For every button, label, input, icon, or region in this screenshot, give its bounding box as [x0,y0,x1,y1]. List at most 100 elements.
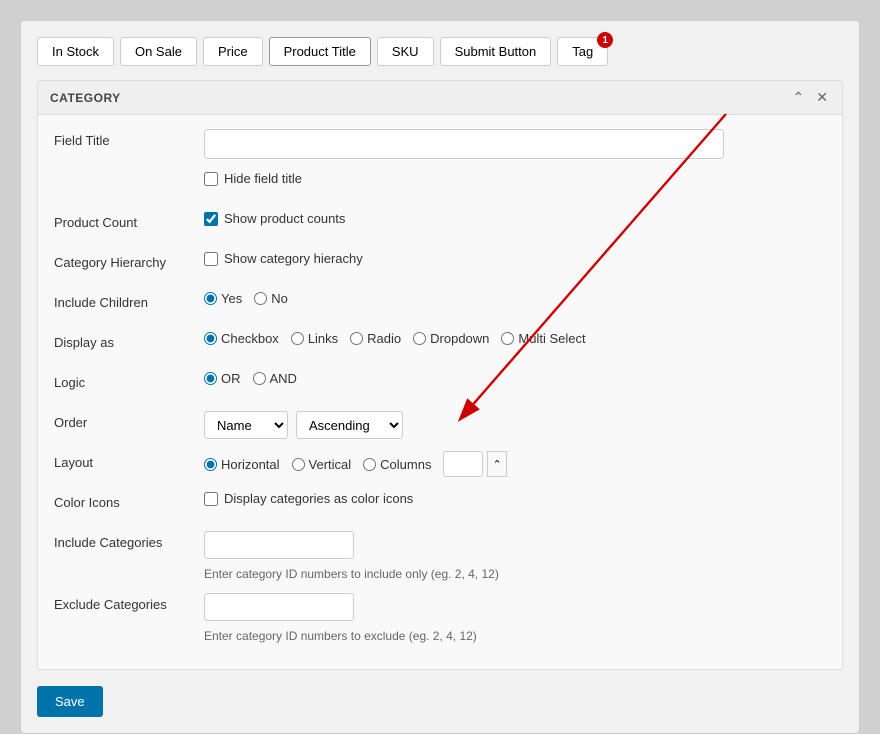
columns-up-button[interactable]: ⌃ [487,451,506,477]
tab-submit-button[interactable]: Submit Button [440,37,552,66]
logic-label: Logic [54,371,204,390]
panel-controls: ⌃ ✕ [791,89,830,106]
display-as-label: Display as [54,331,204,350]
layout-vertical-label[interactable]: Vertical [292,457,352,472]
layout-horizontal-radio[interactable] [204,458,217,471]
tab-on-sale[interactable]: On Sale [120,37,197,66]
logic-or-label[interactable]: OR [204,371,241,386]
category-hierarchy-text: Show category hierachy [224,251,363,266]
panel-close-button[interactable]: ✕ [814,89,830,106]
logic-and-label[interactable]: AND [253,371,297,386]
display-as-links-text: Links [308,331,338,346]
panel-collapse-button[interactable]: ⌃ [791,89,807,106]
logic-and-radio[interactable] [253,372,266,385]
display-as-dropdown-radio[interactable] [413,332,426,345]
field-title-input[interactable] [204,129,724,159]
include-children-no-radio[interactable] [254,292,267,305]
layout-label: Layout [54,451,204,470]
exclude-categories-row: Exclude Categories Enter category ID num… [54,593,826,643]
display-as-control: Checkbox Links Radio Dropdown [204,331,826,346]
display-as-radio-radio[interactable] [350,332,363,345]
hide-field-title-text: Hide field title [224,171,302,186]
color-icons-checkbox-label[interactable]: Display categories as color icons [204,491,413,506]
category-hierarchy-label: Category Hierarchy [54,251,204,270]
category-hierarchy-control: Show category hierachy [204,251,826,266]
product-count-row: Product Count Show product counts [54,211,826,239]
tab-product-title[interactable]: Product Title [269,37,371,66]
columns-input[interactable] [443,451,483,477]
layout-vertical-text: Vertical [309,457,352,472]
tab-bar: In Stock On Sale Price Product Title SKU… [37,37,843,66]
product-count-text: Show product counts [224,211,345,226]
tab-price[interactable]: Price [203,37,263,66]
tab-in-stock[interactable]: In Stock [37,37,114,66]
color-icons-checkbox[interactable] [204,492,218,506]
layout-horizontal-label[interactable]: Horizontal [204,457,280,472]
order-label: Order [54,411,204,430]
hide-field-title-control: Hide field title [204,171,826,186]
field-title-label: Field Title [54,129,204,148]
display-as-links-label[interactable]: Links [291,331,338,346]
tab-tag-label: Tag [572,44,593,59]
product-count-checkbox[interactable] [204,212,218,226]
display-as-dropdown-label[interactable]: Dropdown [413,331,489,346]
logic-and-text: AND [270,371,297,386]
logic-control: OR AND [204,371,826,386]
order-row: Order Name Count Term ID Slug Ascending … [54,411,826,439]
include-categories-row: Include Categories Enter category ID num… [54,531,826,581]
layout-columns-text: Columns [380,457,431,472]
display-as-multiselect-label[interactable]: Multi Select [501,331,585,346]
order-direction-select[interactable]: Ascending Descending [296,411,403,439]
color-icons-row: Color Icons Display categories as color … [54,491,826,519]
color-icons-control: Display categories as color icons [204,491,826,506]
include-categories-label: Include Categories [54,531,204,550]
hide-field-title-row: Hide field title [54,171,826,199]
tab-sku[interactable]: SKU [377,37,434,66]
category-hierarchy-checkbox-label[interactable]: Show category hierachy [204,251,363,266]
hide-field-title-label [54,171,204,175]
layout-columns-label[interactable]: Columns [363,457,431,472]
display-as-radio-text: Radio [367,331,401,346]
include-children-yes-text: Yes [221,291,242,306]
save-button[interactable]: Save [37,686,103,717]
include-children-no-label[interactable]: No [254,291,288,306]
columns-stepper: ⌃ [443,451,506,477]
display-as-radio-label[interactable]: Radio [350,331,401,346]
panel-title: CATEGORY [50,91,121,105]
order-control: Name Count Term ID Slug Ascending Descen… [204,411,826,439]
display-as-checkbox-radio[interactable] [204,332,217,345]
color-icons-label: Color Icons [54,491,204,510]
layout-control: Horizontal Vertical Columns ⌃ [204,451,826,477]
include-children-yes-label[interactable]: Yes [204,291,242,306]
layout-row: Layout Horizontal Vertical Columns [54,451,826,479]
panel-body: Field Title Hide field title [38,115,842,669]
layout-vertical-radio[interactable] [292,458,305,471]
product-count-control: Show product counts [204,211,826,226]
include-categories-input[interactable] [204,531,354,559]
include-categories-help: Enter category ID numbers to include onl… [204,567,499,581]
category-hierarchy-checkbox[interactable] [204,252,218,266]
exclude-categories-label: Exclude Categories [54,593,204,612]
layout-columns-radio[interactable] [363,458,376,471]
logic-row: Logic OR AND [54,371,826,399]
exclude-categories-help: Enter category ID numbers to exclude (eg… [204,629,477,643]
display-as-checkbox-label[interactable]: Checkbox [204,331,279,346]
order-by-select[interactable]: Name Count Term ID Slug [204,411,288,439]
product-count-checkbox-label[interactable]: Show product counts [204,211,345,226]
logic-or-radio[interactable] [204,372,217,385]
panel-header: CATEGORY ⌃ ✕ [38,81,842,115]
include-children-control: Yes No [204,291,826,306]
hide-field-title-checkbox[interactable] [204,172,218,186]
exclude-categories-input[interactable] [204,593,354,621]
hide-field-title-checkbox-label[interactable]: Hide field title [204,171,302,186]
tab-tag[interactable]: Tag 1 [557,37,608,66]
field-title-row: Field Title [54,129,826,159]
layout-horizontal-text: Horizontal [221,457,280,472]
product-count-label: Product Count [54,211,204,230]
display-as-multiselect-radio[interactable] [501,332,514,345]
logic-or-text: OR [221,371,241,386]
category-hierarchy-row: Category Hierarchy Show category hierach… [54,251,826,279]
display-as-links-radio[interactable] [291,332,304,345]
tab-tag-badge: 1 [597,32,613,48]
include-children-yes-radio[interactable] [204,292,217,305]
